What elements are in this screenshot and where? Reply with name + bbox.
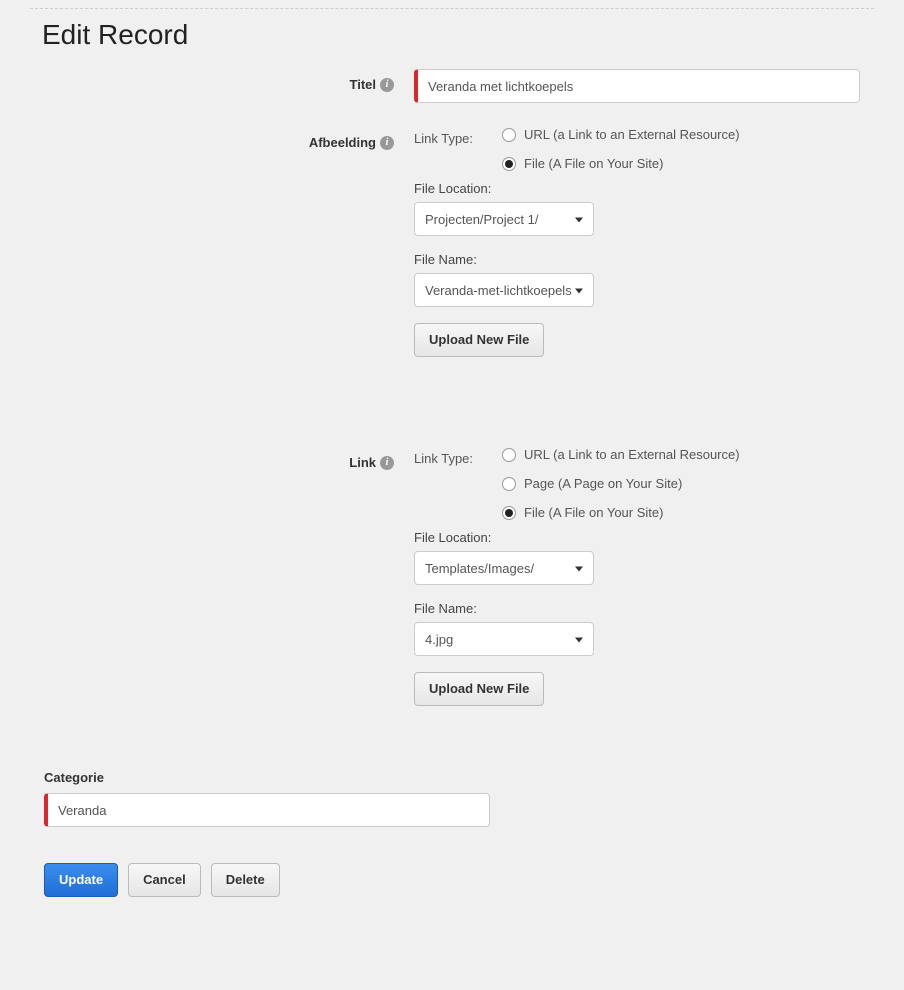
action-bar: Update Cancel Delete xyxy=(44,863,904,897)
afbeelding-filename-label: File Name: xyxy=(414,252,864,267)
label-titel-text: Titel xyxy=(350,77,377,92)
label-titel: Titel i xyxy=(0,69,400,92)
link-radio-page[interactable]: Page (A Page on Your Site) xyxy=(502,476,740,491)
afbeelding-filename-select[interactable]: Veranda-met-lichtkoepels xyxy=(414,273,594,307)
radio-label: File (A File on Your Site) xyxy=(524,156,663,171)
label-link-text: Link xyxy=(349,455,376,470)
link-filename-label: File Name: xyxy=(414,601,864,616)
row-categorie: Categorie xyxy=(44,770,904,827)
delete-button[interactable]: Delete xyxy=(211,863,280,897)
afbeelding-radio-url[interactable]: URL (a Link to an External Resource) xyxy=(502,127,740,142)
titel-input[interactable] xyxy=(414,69,860,103)
label-afbeelding: Afbeelding i xyxy=(0,127,400,150)
radio-label: URL (a Link to an External Resource) xyxy=(524,127,740,142)
radio-icon xyxy=(502,128,516,142)
afbeelding-fileloc-select[interactable]: Projecten/Project 1/ xyxy=(414,202,594,236)
radio-label: Page (A Page on Your Site) xyxy=(524,476,682,491)
update-button[interactable]: Update xyxy=(44,863,118,897)
afbeelding-fileloc-label: File Location: xyxy=(414,181,864,196)
link-radio-file[interactable]: File (A File on Your Site) xyxy=(502,505,740,520)
radio-label: URL (a Link to an External Resource) xyxy=(524,447,740,462)
select-value: Templates/Images/ xyxy=(425,561,534,576)
select-value: Projecten/Project 1/ xyxy=(425,212,538,227)
link-linktype-label: Link Type: xyxy=(414,447,484,466)
page-title: Edit Record xyxy=(42,19,904,51)
info-icon[interactable]: i xyxy=(380,78,394,92)
categorie-input[interactable] xyxy=(44,793,490,827)
radio-icon xyxy=(502,506,516,520)
label-link: Link i xyxy=(0,447,400,470)
radio-icon xyxy=(502,448,516,462)
afbeelding-upload-button[interactable]: Upload New File xyxy=(414,323,544,357)
link-fileloc-select[interactable]: Templates/Images/ xyxy=(414,551,594,585)
select-value: 4.jpg xyxy=(425,632,453,647)
row-link: Link i Link Type: URL (a Link to an Exte… xyxy=(0,447,904,706)
select-value: Veranda-met-lichtkoepels xyxy=(425,283,572,298)
radio-icon xyxy=(502,157,516,171)
cancel-button[interactable]: Cancel xyxy=(128,863,201,897)
radio-label: File (A File on Your Site) xyxy=(524,505,663,520)
afbeelding-radio-file[interactable]: File (A File on Your Site) xyxy=(502,156,740,171)
row-titel: Titel i xyxy=(0,69,904,103)
link-radio-url[interactable]: URL (a Link to an External Resource) xyxy=(502,447,740,462)
radio-icon xyxy=(502,477,516,491)
info-icon[interactable]: i xyxy=(380,136,394,150)
top-divider xyxy=(30,8,874,9)
link-upload-button[interactable]: Upload New File xyxy=(414,672,544,706)
info-icon[interactable]: i xyxy=(380,456,394,470)
label-afbeelding-text: Afbeelding xyxy=(309,135,376,150)
link-fileloc-label: File Location: xyxy=(414,530,864,545)
afbeelding-linktype-label: Link Type: xyxy=(414,127,484,146)
label-categorie: Categorie xyxy=(44,770,904,785)
row-afbeelding: Afbeelding i Link Type: URL (a Link to a… xyxy=(0,127,904,357)
link-filename-select[interactable]: 4.jpg xyxy=(414,622,594,656)
